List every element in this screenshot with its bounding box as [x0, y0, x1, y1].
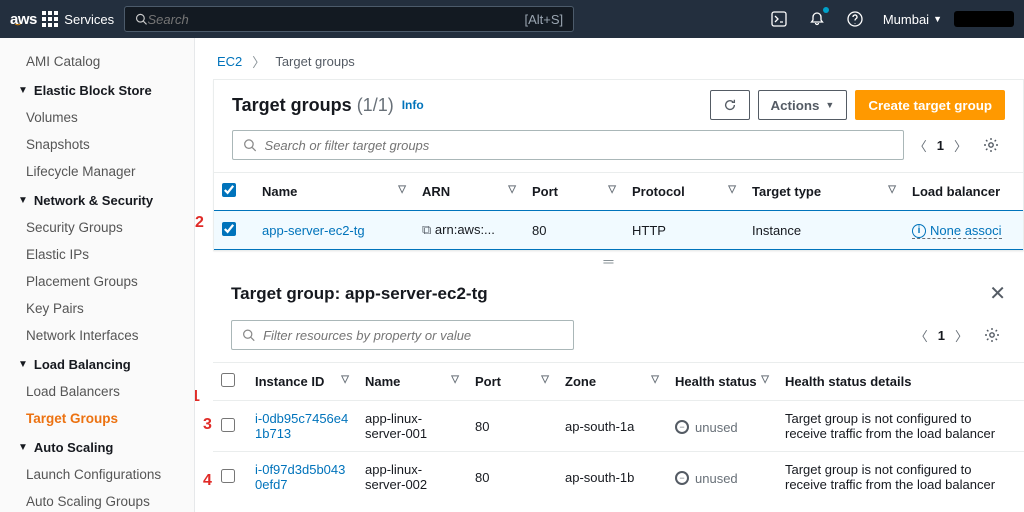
sidebar-section-header[interactable]: ▼Load Balancing — [0, 349, 194, 378]
row-checkbox[interactable] — [222, 222, 236, 236]
filter-input[interactable] — [265, 138, 893, 153]
sidebar-item[interactable]: Network Interfaces — [0, 322, 194, 349]
page-number: 1 — [937, 138, 944, 153]
region-selector[interactable]: Mumbai▼ — [883, 12, 942, 27]
global-nav: aws⌣ Services [Alt+S] Mumbai▼ — [0, 0, 1024, 38]
filter-targets[interactable] — [231, 320, 574, 350]
services-label: Services — [64, 12, 114, 27]
copy-icon[interactable]: ⧉ — [422, 222, 431, 237]
pagination: 〈 1 〉 — [914, 136, 967, 155]
health-status: −unused — [675, 420, 738, 435]
pagination: 〈 1 〉 — [915, 326, 968, 345]
info-icon: i — [912, 224, 926, 238]
minus-circle-icon: − — [675, 471, 689, 485]
grid-icon — [42, 11, 58, 27]
sidebar-section-header[interactable]: ▼Auto Scaling — [0, 432, 194, 461]
table-row[interactable]: i-0f97d3d5b0430efd7app-linux-server-0028… — [213, 452, 1024, 503]
breadcrumb-current: Target groups — [275, 54, 355, 69]
page-title: Target groups (1/1) — [232, 95, 394, 116]
row-checkbox[interactable] — [221, 469, 235, 483]
sidebar-item[interactable]: Launch Configurations — [0, 461, 194, 488]
page-number: 1 — [938, 328, 945, 343]
instance-id-link[interactable]: i-0db95c7456e41b713 — [255, 411, 349, 441]
prev-page[interactable]: 〈 — [914, 136, 927, 155]
preferences-button[interactable] — [977, 131, 1005, 159]
annotation-3: 3 — [203, 416, 212, 434]
close-icon[interactable]: ✕ — [989, 281, 1006, 306]
next-page[interactable]: 〉 — [955, 326, 968, 345]
sidebar-section-header[interactable]: ▼Network & Security — [0, 185, 194, 214]
target-group-detail-panel: Target group: app-server-ec2-tg ✕ 〈 1 〉 — [195, 271, 1024, 502]
search-icon — [135, 12, 147, 26]
breadcrumb: EC2 〉 Target groups — [195, 38, 1024, 79]
services-menu[interactable]: Services — [42, 11, 114, 27]
sidebar-item[interactable]: Key Pairs — [0, 295, 194, 322]
refresh-button[interactable] — [710, 90, 750, 120]
row-checkbox[interactable] — [221, 418, 235, 432]
sidebar-item[interactable]: Elastic IPs — [0, 241, 194, 268]
target-group-name-link[interactable]: app-server-ec2-tg — [262, 223, 365, 238]
search-input[interactable] — [147, 12, 524, 27]
notifications-icon[interactable] — [807, 9, 827, 29]
select-all-checkbox[interactable] — [222, 183, 236, 197]
create-target-group-button[interactable]: Create target group — [855, 90, 1005, 120]
global-search[interactable]: [Alt+S] — [124, 6, 574, 32]
target-groups-table: Name▽ ARN▽ Port▽ Protocol▽ Target type▽ … — [214, 172, 1023, 250]
search-icon — [242, 328, 255, 342]
aws-logo[interactable]: aws⌣ — [10, 11, 20, 28]
breadcrumb-root[interactable]: EC2 — [217, 54, 242, 69]
preferences-button[interactable] — [978, 321, 1006, 349]
account-menu[interactable] — [954, 11, 1014, 27]
filter-target-groups[interactable] — [232, 130, 904, 160]
chevron-right-icon: 〉 — [252, 52, 265, 71]
sidebar-item[interactable]: Placement Groups — [0, 268, 194, 295]
next-page[interactable]: 〉 — [954, 136, 967, 155]
gear-icon — [983, 137, 999, 153]
minus-circle-icon: − — [675, 420, 689, 434]
filter-input[interactable] — [263, 328, 563, 343]
prev-page[interactable]: 〈 — [915, 326, 928, 345]
search-shortcut: [Alt+S] — [524, 12, 563, 27]
select-all-checkbox[interactable] — [221, 373, 235, 387]
health-status: −unused — [675, 471, 738, 486]
sidebar-nav: AMI Catalog▼Elastic Block StoreVolumesSn… — [0, 38, 195, 512]
sidebar-item[interactable]: AMI Catalog — [0, 48, 194, 75]
help-icon[interactable] — [845, 9, 865, 29]
load-balancer-warning[interactable]: iNone associ — [912, 223, 1002, 239]
search-icon — [243, 138, 257, 152]
sidebar-item[interactable]: Target Groups — [0, 405, 194, 432]
table-row[interactable]: i-0db95c7456e41b713app-linux-server-0018… — [213, 401, 1024, 452]
sidebar-item[interactable]: Auto Scaling Groups — [0, 488, 194, 512]
detail-title: Target group: app-server-ec2-tg — [231, 284, 488, 304]
resize-handle[interactable]: ═ — [195, 251, 1024, 271]
sidebar-item[interactable]: Volumes — [0, 104, 194, 131]
sidebar-item[interactable]: Snapshots — [0, 131, 194, 158]
info-link[interactable]: Info — [402, 98, 424, 112]
sidebar-section-header[interactable]: ▼Elastic Block Store — [0, 75, 194, 104]
sidebar-item[interactable]: Security Groups — [0, 214, 194, 241]
sidebar-item[interactable]: Lifecycle Manager — [0, 158, 194, 185]
actions-dropdown[interactable]: Actions▼ — [758, 90, 848, 120]
gear-icon — [984, 327, 1000, 343]
annotation-4: 4 — [203, 472, 212, 490]
cloudshell-icon[interactable] — [769, 9, 789, 29]
instance-id-link[interactable]: i-0f97d3d5b0430efd7 — [255, 462, 349, 492]
table-row[interactable]: app-server-ec2-tg ⧉ arn:aws:... 80 HTTP … — [214, 211, 1023, 250]
annotation-2: 2 — [195, 214, 204, 232]
sidebar-item[interactable]: Load Balancers — [0, 378, 194, 405]
target-groups-panel: Target groups (1/1) Info Actions▼ Create… — [213, 79, 1024, 251]
targets-table: Instance ID▽ Name▽ Port▽ Zone▽ Health st… — [213, 362, 1024, 502]
annotation-1: 1 — [195, 388, 200, 406]
refresh-icon — [723, 98, 737, 112]
main-content: 1 2 3 4 EC2 〉 Target groups Target group… — [195, 38, 1024, 512]
